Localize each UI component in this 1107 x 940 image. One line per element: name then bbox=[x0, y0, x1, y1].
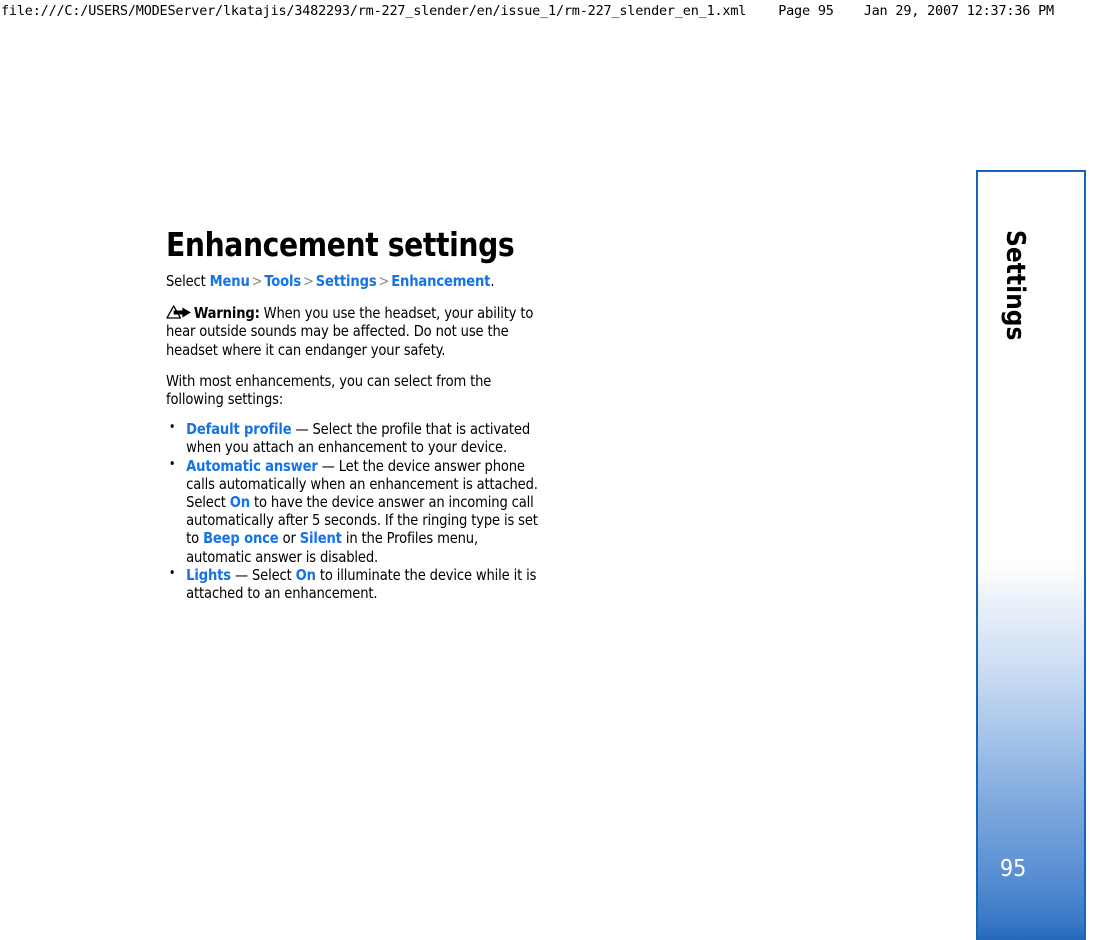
list-item: Default profile — Select the profile tha… bbox=[166, 419, 542, 456]
list-item-term-default-profile[interactable]: Default profile bbox=[186, 420, 291, 438]
list-item-description: or bbox=[278, 529, 300, 548]
list-item-term-automatic-answer[interactable]: Automatic answer bbox=[186, 457, 318, 475]
warning-label: Warning: bbox=[193, 304, 260, 323]
list-item-description: — Select bbox=[230, 565, 296, 584]
intro-paragraph: With most enhancements, you can select f… bbox=[166, 371, 492, 409]
value-on[interactable]: On bbox=[230, 493, 250, 511]
list-item-term-lights[interactable]: Lights bbox=[186, 566, 231, 584]
value-silent[interactable]: Silent bbox=[300, 529, 342, 547]
breadcrumb-item-settings[interactable]: Settings bbox=[316, 272, 377, 290]
page-number: 95 bbox=[1000, 856, 1027, 882]
document-page: Enhancement settings Select Menu > Tools > S… bbox=[0, 0, 1107, 940]
page-title: Enhancement settings bbox=[166, 225, 515, 264]
breadcrumb-separator-icon: > bbox=[302, 272, 314, 290]
value-on[interactable]: On bbox=[296, 566, 316, 584]
breadcrumb-item-enhancement[interactable]: Enhancement bbox=[391, 272, 490, 290]
page-content: Enhancement settings Select Menu > Tools > S… bbox=[166, 225, 558, 603]
breadcrumb-trailing: . bbox=[490, 272, 495, 290]
breadcrumb-item-tools[interactable]: Tools bbox=[264, 272, 301, 290]
chapter-side-tab-label: Settings bbox=[1000, 230, 1030, 341]
breadcrumb-item-menu[interactable]: Menu bbox=[210, 272, 250, 290]
warning-note: Warning: When you use the headset, your a… bbox=[166, 304, 542, 359]
breadcrumb: Select Menu > Tools > Settings > Enhancement. bbox=[166, 272, 542, 290]
settings-list: Default profile — Select the profile tha… bbox=[166, 419, 542, 602]
breadcrumb-separator-icon: > bbox=[378, 272, 390, 290]
chapter-side-tab: Settings 95 bbox=[976, 170, 1086, 940]
breadcrumb-lead: Select bbox=[166, 272, 210, 290]
list-item: Lights — Select On to illuminate the dev… bbox=[166, 565, 542, 602]
value-beep-once[interactable]: Beep once bbox=[203, 529, 279, 547]
list-item: Automatic answer — Let the device answer… bbox=[166, 456, 542, 566]
warning-triangle-arrow-icon bbox=[166, 305, 193, 320]
breadcrumb-separator-icon: > bbox=[251, 272, 263, 290]
